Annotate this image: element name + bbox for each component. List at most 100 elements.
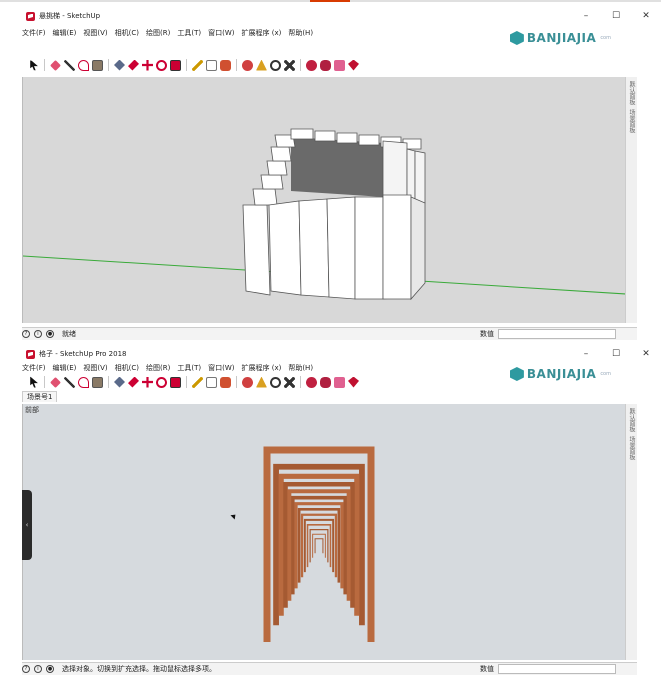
paint-bucket-tool-icon[interactable] bbox=[220, 59, 231, 71]
ruby-console-icon[interactable] bbox=[348, 376, 359, 388]
tray-tab-scenes[interactable]: 场景面板 bbox=[627, 436, 636, 460]
menu-help[interactable]: 帮助(H) bbox=[288, 28, 313, 38]
zoom-extents-tool-icon[interactable] bbox=[284, 59, 295, 71]
toolbar-separator bbox=[186, 376, 187, 388]
tape-measure-tool-icon[interactable] bbox=[192, 59, 203, 71]
share-model-icon[interactable] bbox=[320, 59, 331, 71]
rotate-tool-icon[interactable] bbox=[156, 59, 167, 71]
rotate-tool-icon[interactable] bbox=[156, 376, 167, 388]
pan-tool-icon[interactable] bbox=[256, 376, 267, 388]
push-pull-tool-icon[interactable] bbox=[114, 59, 125, 71]
user-icon[interactable]: ● bbox=[46, 665, 54, 673]
zoom-tool-icon[interactable] bbox=[270, 59, 281, 71]
line-tool-icon[interactable] bbox=[64, 376, 75, 388]
orbit-tool-icon[interactable] bbox=[242, 376, 253, 388]
warehouse-icon[interactable] bbox=[306, 59, 317, 71]
tray-tab-default[interactable]: 默认面板 bbox=[627, 408, 636, 432]
menu-window[interactable]: 窗口(W) bbox=[208, 363, 234, 373]
tray-tab-scenes[interactable]: 场景面板 bbox=[627, 109, 636, 133]
shape-tool-icon[interactable] bbox=[92, 376, 103, 388]
menu-view[interactable]: 视图(V) bbox=[83, 363, 107, 373]
minimize-button[interactable]: – bbox=[571, 9, 601, 23]
toolbar-separator bbox=[44, 59, 45, 71]
toolbar-separator bbox=[236, 376, 237, 388]
modeling-viewport-2[interactable]: 前部 bbox=[22, 404, 625, 660]
credits-icon[interactable]: i bbox=[34, 665, 42, 673]
close-button[interactable]: ✕ bbox=[631, 347, 661, 361]
zoom-extents-tool-icon[interactable] bbox=[284, 376, 295, 388]
menu-draw[interactable]: 绘图(R) bbox=[146, 363, 170, 373]
menu-bar: 文件(F) 编辑(E) 视图(V) 相机(C) 绘图(R) 工具(T) 窗口(W… bbox=[22, 362, 313, 374]
menu-draw[interactable]: 绘图(R) bbox=[146, 28, 170, 38]
measurements-input[interactable] bbox=[498, 664, 616, 674]
push-pull-tool-icon[interactable] bbox=[114, 376, 125, 388]
tray-tab-default[interactable]: 默认面板 bbox=[627, 81, 636, 105]
menu-tools[interactable]: 工具(T) bbox=[177, 363, 201, 373]
menu-camera[interactable]: 相机(C) bbox=[115, 363, 139, 373]
menu-bar: 文件(F) 编辑(E) 视图(V) 相机(C) 绘图(R) 工具(T) 窗口(W… bbox=[22, 27, 313, 39]
right-tray-2: 默认面板 场景面板 bbox=[625, 404, 637, 660]
extension-warehouse-icon[interactable] bbox=[334, 376, 345, 388]
geo-location-icon[interactable]: ? bbox=[22, 665, 30, 673]
follow-me-tool-icon[interactable] bbox=[128, 59, 139, 71]
tape-measure-tool-icon[interactable] bbox=[192, 376, 203, 388]
brand-logo-icon bbox=[509, 31, 524, 45]
menu-file[interactable]: 文件(F) bbox=[22, 363, 46, 373]
brand-logo-icon bbox=[509, 367, 524, 381]
zoom-tool-icon[interactable] bbox=[270, 376, 281, 388]
window-controls: – ☐ ✕ bbox=[571, 347, 661, 361]
scene-tab-1[interactable]: 场景号1 bbox=[22, 391, 58, 402]
menu-extensions[interactable]: 扩展程序 (x) bbox=[241, 28, 281, 38]
arc-tool-icon[interactable] bbox=[78, 59, 89, 71]
maximize-button[interactable]: ☐ bbox=[601, 347, 631, 361]
orbit-tool-icon[interactable] bbox=[242, 59, 253, 71]
user-icon[interactable]: ● bbox=[46, 330, 54, 338]
arc-tool-icon[interactable] bbox=[78, 376, 89, 388]
minimize-button[interactable]: – bbox=[571, 347, 601, 361]
toolbar-separator bbox=[186, 59, 187, 71]
brand-sub: com bbox=[600, 35, 611, 41]
select-tool-icon[interactable] bbox=[30, 376, 38, 388]
menu-tools[interactable]: 工具(T) bbox=[177, 28, 201, 38]
menu-edit[interactable]: 编辑(E) bbox=[53, 28, 77, 38]
move-tool-icon[interactable] bbox=[142, 376, 153, 388]
pan-tool-icon[interactable] bbox=[256, 59, 267, 71]
scale-tool-icon[interactable] bbox=[170, 376, 181, 388]
side-panel-handle[interactable]: ‹ bbox=[22, 490, 32, 560]
toolbar-separator bbox=[300, 376, 301, 388]
eraser-tool-icon[interactable] bbox=[50, 376, 61, 388]
brand-sub: com bbox=[600, 371, 611, 377]
menu-window[interactable]: 窗口(W) bbox=[208, 28, 234, 38]
paint-bucket-tool-icon[interactable] bbox=[220, 376, 231, 388]
text-tool-icon[interactable] bbox=[206, 376, 217, 388]
menu-view[interactable]: 视图(V) bbox=[83, 28, 107, 38]
select-tool-icon[interactable] bbox=[30, 59, 38, 71]
shape-tool-icon[interactable] bbox=[92, 59, 103, 71]
modeling-viewport[interactable] bbox=[22, 77, 625, 323]
text-tool-icon[interactable] bbox=[206, 59, 217, 71]
extension-warehouse-icon[interactable] bbox=[334, 59, 345, 71]
ruby-console-icon[interactable] bbox=[348, 59, 359, 71]
close-button[interactable]: ✕ bbox=[631, 9, 661, 23]
toolbar-separator bbox=[108, 59, 109, 71]
maximize-button[interactable]: ☐ bbox=[601, 9, 631, 23]
warehouse-icon[interactable] bbox=[306, 376, 317, 388]
menu-help[interactable]: 帮助(H) bbox=[288, 363, 313, 373]
geo-location-icon[interactable]: ? bbox=[22, 330, 30, 338]
measurements-box: 数值 bbox=[480, 664, 616, 674]
credits-icon[interactable]: i bbox=[34, 330, 42, 338]
line-tool-icon[interactable] bbox=[64, 59, 75, 71]
menu-file[interactable]: 文件(F) bbox=[22, 28, 46, 38]
share-model-icon[interactable] bbox=[320, 376, 331, 388]
menu-extensions[interactable]: 扩展程序 (x) bbox=[241, 363, 281, 373]
eraser-tool-icon[interactable] bbox=[50, 59, 61, 71]
scene-tabs: 场景号1 bbox=[22, 391, 58, 402]
move-tool-icon[interactable] bbox=[142, 59, 153, 71]
follow-me-tool-icon[interactable] bbox=[128, 376, 139, 388]
menu-edit[interactable]: 编辑(E) bbox=[53, 363, 77, 373]
measurements-box: 数值 bbox=[480, 329, 616, 339]
menu-camera[interactable]: 相机(C) bbox=[115, 28, 139, 38]
scale-tool-icon[interactable] bbox=[170, 59, 181, 71]
inner-shadow bbox=[291, 137, 383, 197]
measurements-input[interactable] bbox=[498, 329, 616, 339]
